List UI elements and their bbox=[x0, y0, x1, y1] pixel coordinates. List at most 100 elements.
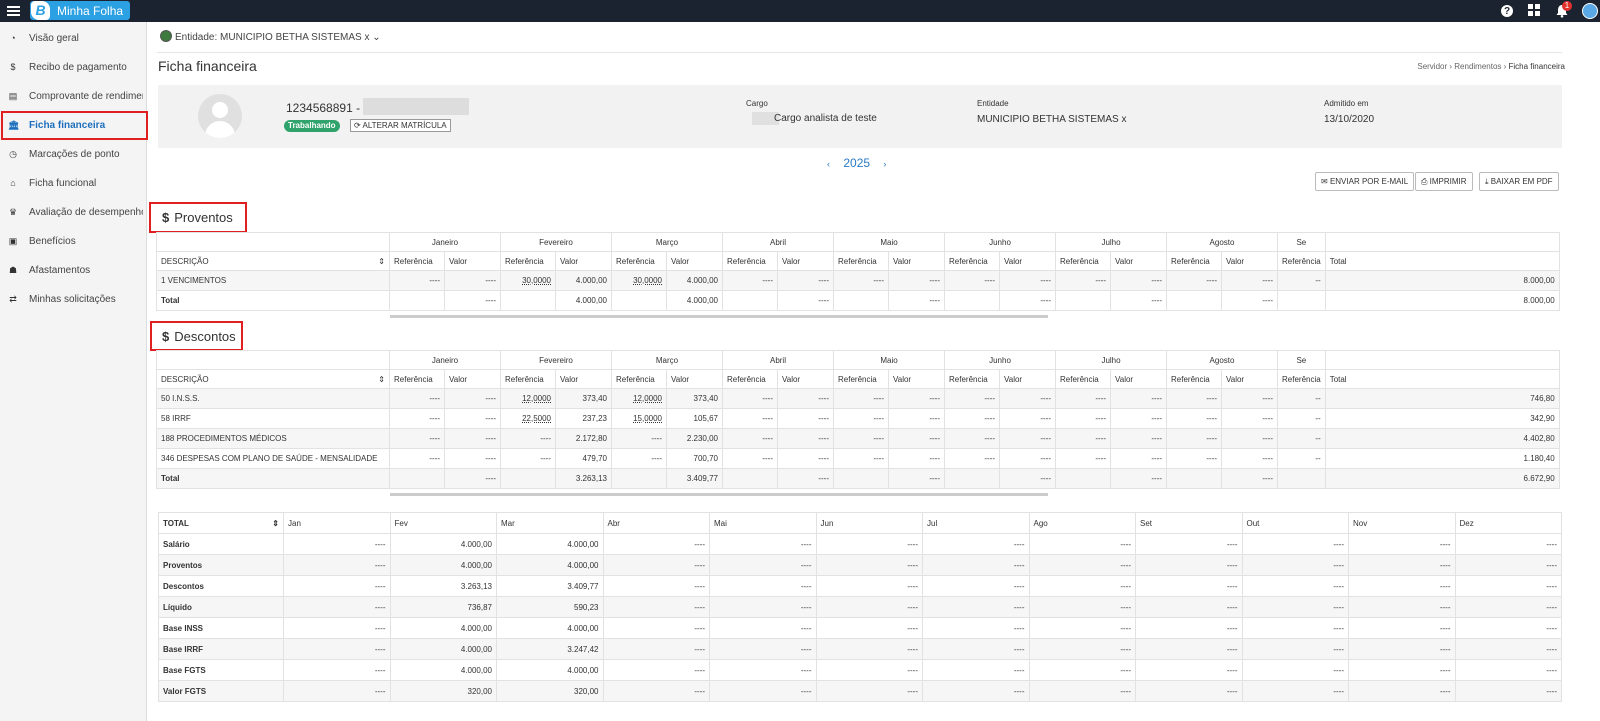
sidebar-item-afastamentos[interactable]: ☗ Afastamentos bbox=[0, 256, 147, 285]
cell-value[interactable]: 15,0000 bbox=[611, 408, 667, 429]
highlight-descontos bbox=[150, 321, 243, 351]
cell-value: ---- bbox=[1221, 428, 1278, 449]
sidebar-item-ficha-funcional[interactable]: ⌂ Ficha funcional bbox=[0, 169, 147, 198]
month-short-header: Dez bbox=[1454, 512, 1562, 534]
descricao-header[interactable]: DESCRIÇÃO ⇕ bbox=[156, 369, 390, 389]
totals-cell: ---- bbox=[1454, 680, 1562, 702]
cell-value[interactable]: 22,5000 bbox=[500, 408, 556, 429]
totals-cell: 4.000,00 bbox=[389, 533, 497, 555]
totals-cell: ---- bbox=[815, 575, 923, 597]
month-header: Junho bbox=[944, 350, 1056, 370]
totals-cell: ---- bbox=[815, 638, 923, 660]
valor-header: Valor bbox=[999, 251, 1056, 271]
sidebar-item-minhas-solicita-es[interactable]: ⇄ Minhas solicitações bbox=[0, 285, 147, 314]
cargo-label: Cargo bbox=[746, 99, 768, 108]
cell-value bbox=[1166, 468, 1222, 489]
totals-cell: ---- bbox=[1241, 575, 1349, 597]
breadcrumb-servidor[interactable]: Servidor bbox=[1417, 62, 1447, 71]
cell-value: ---- bbox=[1166, 270, 1222, 291]
valor-header: Valor bbox=[1221, 369, 1278, 389]
horizontal-scrollbar[interactable] bbox=[390, 493, 1048, 496]
cell-value[interactable]: 30,0000 bbox=[611, 270, 667, 291]
cell-value: ---- bbox=[389, 428, 445, 449]
cell-value: ---- bbox=[1110, 408, 1167, 429]
valor-header: Valor bbox=[777, 251, 834, 271]
totals-cell: ---- bbox=[283, 533, 391, 555]
cell-value: ---- bbox=[722, 428, 778, 449]
cell-value[interactable]: 12,0000 bbox=[500, 388, 556, 409]
cell-value: ---- bbox=[999, 468, 1056, 489]
printer-icon: ⎙ bbox=[1421, 177, 1428, 186]
entidade-field: Entidade MUNICIPIO BETHA SISTEMAS x bbox=[977, 99, 1126, 125]
totals-cell: ---- bbox=[709, 638, 817, 660]
referencia-header: Referência bbox=[611, 251, 667, 271]
user-avatar[interactable] bbox=[1582, 3, 1598, 19]
sidebar-item-comprovante-de-rendimentos[interactable]: ▤ Comprovante de rendimentos bbox=[0, 82, 147, 111]
horizontal-scrollbar[interactable] bbox=[390, 315, 1048, 318]
cell-value[interactable]: 30,0000 bbox=[500, 270, 556, 291]
sort-icon[interactable]: ⇕ bbox=[378, 257, 385, 266]
totals-header-total[interactable]: TOTAL ⇕ bbox=[158, 512, 284, 534]
cell-value[interactable]: 12,0000 bbox=[611, 388, 667, 409]
descricao-header[interactable]: DESCRIÇÃO ⇕ bbox=[156, 251, 390, 271]
download-pdf-button[interactable]: ⤓ BAIXAR EM PDF bbox=[1479, 172, 1559, 191]
highlight-sidebar-ficha bbox=[1, 111, 148, 140]
sort-icon[interactable]: ⇕ bbox=[272, 519, 279, 528]
sidebar-item-benef-cios[interactable]: ▣ Benefícios bbox=[0, 227, 147, 256]
valor-header: Valor bbox=[1221, 251, 1278, 271]
valor-header: Valor bbox=[555, 251, 612, 271]
cell-value bbox=[1055, 290, 1111, 311]
cell-value: ---- bbox=[444, 270, 501, 291]
referencia-header: Referência bbox=[1166, 369, 1222, 389]
totals-cell: 3.409,77 bbox=[496, 575, 604, 597]
totals-cell: ---- bbox=[283, 596, 391, 618]
referencia-header: Referência bbox=[944, 251, 1000, 271]
sidebar-item-avalia-o-de-desempenho[interactable]: ♛ Avaliação de desempenho bbox=[0, 198, 147, 227]
cell-value: ---- bbox=[944, 388, 1000, 409]
entity-selector[interactable]: Entidade: MUNICIPIO BETHA SISTEMAS x ⌄ bbox=[160, 30, 381, 43]
totals-cell: ---- bbox=[602, 680, 710, 702]
row-total: 746,80 bbox=[1324, 388, 1560, 409]
help-icon[interactable]: ? bbox=[1501, 5, 1513, 17]
totals-row-label: Líquido bbox=[158, 596, 284, 618]
print-button[interactable]: ⎙ IMPRIMIR bbox=[1415, 172, 1473, 191]
totals-cell: ---- bbox=[283, 554, 391, 576]
totals-cell: ---- bbox=[1135, 617, 1243, 639]
cell-value: ---- bbox=[1166, 428, 1222, 449]
trophy-icon: ♛ bbox=[8, 207, 18, 217]
cell-value: ---- bbox=[444, 290, 501, 311]
month-header: Janeiro bbox=[389, 350, 501, 370]
month-short-header: Nov bbox=[1348, 512, 1456, 534]
cell-value: ---- bbox=[500, 448, 556, 469]
cell-value: -- bbox=[1277, 270, 1326, 291]
desc-header-spacer bbox=[156, 350, 390, 370]
cell-value bbox=[1277, 468, 1326, 489]
send-email-button[interactable]: ✉ ENVIAR POR E-MAIL bbox=[1315, 172, 1415, 191]
totals-cell: 3.263,13 bbox=[389, 575, 497, 597]
sidebar-item-recibo-de-pagamento[interactable]: $ Recibo de pagamento bbox=[0, 53, 147, 82]
month-header: Fevereiro bbox=[500, 350, 612, 370]
breadcrumb-rendimentos[interactable]: Rendimentos bbox=[1454, 62, 1501, 71]
table-row: 346 DESPESAS COM PLANO DE SAÚDE - MENSAL… bbox=[156, 448, 1560, 469]
hamburger-menu-icon[interactable] bbox=[7, 4, 20, 18]
sidebar-item-marca-es-de-ponto[interactable]: ◷ Marcações de ponto bbox=[0, 140, 147, 169]
month-header: Se bbox=[1277, 350, 1326, 370]
sort-icon[interactable]: ⇕ bbox=[378, 375, 385, 384]
next-year-icon[interactable]: › bbox=[883, 159, 886, 169]
sidebar-item-vis-o-geral[interactable]: ◔ Visão geral bbox=[0, 24, 147, 53]
change-registration-button[interactable]: ⟳ ALTERAR MATRÍCULA bbox=[350, 119, 451, 132]
table-row: 1 VENCIMENTOS ---- ---- 30,0000 4.000,00 30,0… bbox=[156, 270, 1560, 291]
cell-value: 479,70 bbox=[555, 448, 612, 469]
cell-value: ---- bbox=[722, 448, 778, 469]
month-short-header: Abr bbox=[602, 512, 710, 534]
apps-grid-icon[interactable] bbox=[1528, 4, 1542, 18]
prev-year-icon[interactable]: ‹ bbox=[827, 159, 830, 169]
cell-value: 373,40 bbox=[555, 388, 612, 409]
totals-cell: ---- bbox=[1241, 596, 1349, 618]
totals-cell: ---- bbox=[709, 533, 817, 555]
totals-cell: ---- bbox=[1348, 575, 1456, 597]
cell-value bbox=[833, 468, 889, 489]
entity-label: Entidade: MUNICIPIO BETHA SISTEMAS x bbox=[175, 32, 370, 43]
app-brand[interactable]: B Minha Folha bbox=[30, 1, 130, 20]
exchange-icon: ⇄ bbox=[9, 294, 17, 304]
